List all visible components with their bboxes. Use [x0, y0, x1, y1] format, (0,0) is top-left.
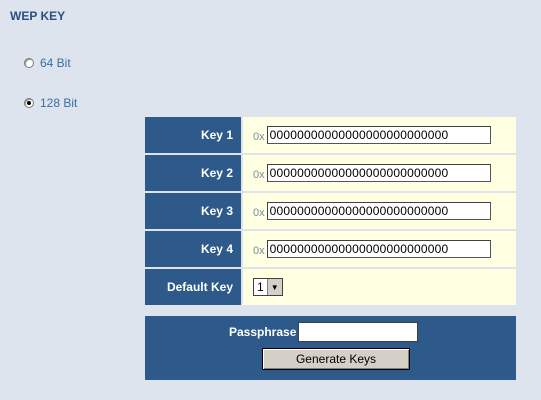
- radio-button-64[interactable]: [24, 58, 34, 68]
- key-2-label: Key 2: [145, 155, 241, 191]
- passphrase-panel: Passphrase Generate Keys: [145, 316, 516, 380]
- key-3-cell: 0x: [243, 193, 516, 229]
- radio-button-128[interactable]: [24, 98, 34, 108]
- key-3-input[interactable]: [266, 202, 491, 220]
- hex-prefix: 0x: [253, 131, 265, 143]
- default-key-label: Default Key: [145, 269, 241, 305]
- key-1-input[interactable]: [266, 126, 491, 144]
- passphrase-label: Passphrase: [229, 325, 297, 339]
- default-key-cell: 1 ▼: [243, 269, 516, 305]
- key-4-cell: 0x: [243, 231, 516, 267]
- key-1-cell: 0x: [243, 117, 516, 153]
- default-key-row: Default Key 1 ▼: [145, 269, 516, 305]
- key-row-1: Key 1 0x: [145, 117, 516, 153]
- default-key-select[interactable]: 1 ▼: [253, 278, 283, 296]
- hex-prefix: 0x: [253, 169, 265, 181]
- wep-key-table: Key 1 0x Key 2 0x Key 3 0x Key 4 0x Defa…: [145, 117, 516, 307]
- chevron-down-icon[interactable]: ▼: [266, 279, 282, 295]
- key-1-label: Key 1: [145, 117, 241, 153]
- key-4-input[interactable]: [266, 240, 491, 258]
- key-4-label: Key 4: [145, 231, 241, 267]
- passphrase-row: Passphrase: [229, 322, 419, 342]
- radio-64-bit[interactable]: 64 Bit: [24, 56, 71, 70]
- section-title: WEP KEY: [10, 9, 66, 23]
- radio-label-128: 128 Bit: [40, 96, 78, 110]
- radio-label-64: 64 Bit: [40, 56, 71, 70]
- default-key-value: 1: [257, 280, 264, 294]
- passphrase-input[interactable]: [298, 322, 419, 342]
- key-2-cell: 0x: [243, 155, 516, 191]
- key-3-label: Key 3: [145, 193, 241, 229]
- hex-prefix: 0x: [253, 207, 265, 219]
- generate-keys-button[interactable]: Generate Keys: [262, 348, 410, 370]
- key-row-4: Key 4 0x: [145, 231, 516, 267]
- hex-prefix: 0x: [253, 245, 265, 257]
- radio-128-bit[interactable]: 128 Bit: [24, 96, 77, 110]
- key-2-input[interactable]: [266, 164, 491, 182]
- key-row-2: Key 2 0x: [145, 155, 516, 191]
- key-row-3: Key 3 0x: [145, 193, 516, 229]
